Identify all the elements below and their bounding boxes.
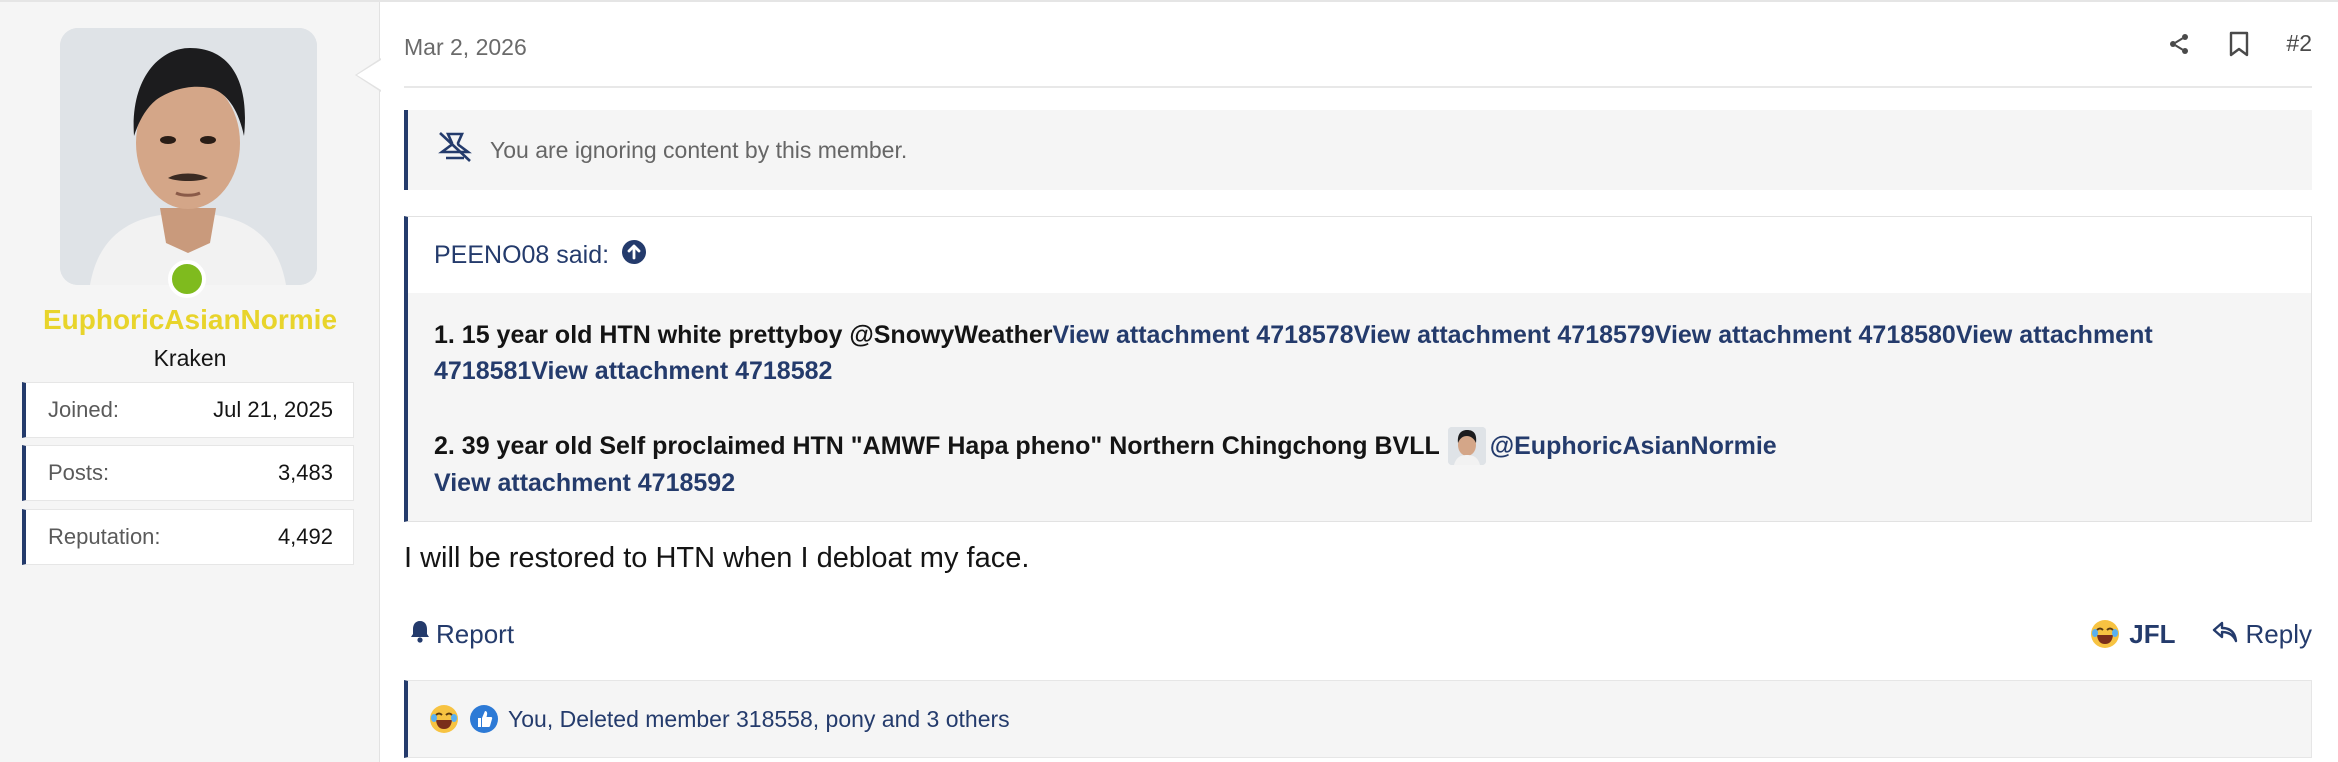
stat-value: 4,492: [277, 524, 333, 549]
quote-author[interactable]: PEENO08 said:: [434, 241, 609, 270]
mention-avatar[interactable]: [1447, 427, 1486, 465]
stat-label: Reputation:: [48, 524, 161, 549]
laughing-emoji-icon: [428, 703, 460, 735]
post-body-text: I will be restored to HTN when I debloat…: [404, 542, 1030, 574]
stat-label: Posts:: [48, 460, 110, 485]
forum-post: EuphoricAsianNormie Kraken Joined: Jul 2…: [0, 0, 2338, 762]
arrow-up-circle-icon[interactable]: [621, 239, 647, 272]
attachment-link[interactable]: View attachment 4718579: [1354, 321, 1655, 349]
speech-arrow: [357, 60, 381, 90]
user-title: Kraken: [153, 345, 227, 371]
stat-reputation: Reputation: 4,492: [22, 509, 354, 565]
reactions-summary[interactable]: You, Deleted member 318558, pony and 3 o…: [508, 706, 1010, 733]
laughing-emoji-icon: [2089, 618, 2121, 650]
online-status-indicator: [168, 260, 206, 298]
attachment-link[interactable]: View attachment 4718582: [531, 357, 832, 385]
quote-line-text: 2. 39 year old Self proclaimed HTN "AMWF…: [434, 432, 1440, 460]
bell-icon: [410, 619, 430, 650]
stat-value: 3,483: [277, 460, 333, 485]
attachment-link[interactable]: View attachment 4718592: [434, 469, 735, 497]
quote-line-text: 1. 15 year old HTN white prettyboy @Snow…: [434, 321, 1053, 349]
avatar-container[interactable]: [60, 28, 317, 298]
reaction-button[interactable]: JFL: [2089, 618, 2176, 650]
post-number-link[interactable]: #2: [2286, 30, 2312, 57]
reply-label: Reply: [2245, 618, 2312, 649]
thumbs-up-icon: [468, 703, 500, 735]
report-label: Report: [436, 618, 515, 649]
post-header-actions: #2: [2166, 30, 2312, 57]
reaction-label: JFL: [2129, 618, 2176, 649]
bookmark-icon[interactable]: [2226, 31, 2252, 57]
ignored-user-icon: [436, 130, 474, 170]
quote-header[interactable]: PEENO08 said:: [408, 217, 2311, 293]
attachment-link[interactable]: View attachment 4718580: [1655, 321, 1956, 349]
post-main: Mar 2, 2026 #2 You are ignoring content …: [404, 2, 2312, 762]
stat-posts: Posts: 3,483: [22, 445, 354, 501]
report-button[interactable]: Report: [404, 619, 514, 650]
reply-icon: [2212, 619, 2238, 650]
post-date[interactable]: Mar 2, 2026: [404, 34, 527, 61]
ignored-notice-text: You are ignoring content by this member.: [490, 136, 908, 163]
user-mention-link[interactable]: @EuphoricAsianNormie: [1490, 428, 1777, 464]
username-link[interactable]: EuphoricAsianNormie: [0, 304, 380, 336]
stat-value: Jul 21, 2025: [213, 397, 333, 422]
stat-joined: Joined: Jul 21, 2025: [22, 382, 354, 438]
reply-button[interactable]: Reply: [2212, 619, 2312, 650]
user-sidebar: EuphoricAsianNormie Kraken Joined: Jul 2…: [0, 2, 381, 762]
quote-line-2: 2. 39 year old Self proclaimed HTN "AMWF…: [434, 427, 2294, 465]
quote-block: PEENO08 said: 1. 15 year old HTN white p…: [404, 216, 2312, 522]
share-icon[interactable]: [2166, 31, 2192, 57]
quote-line-1: 1. 15 year old HTN white prettyboy @Snow…: [434, 317, 2294, 389]
quote-line-3: View attachment 4718592: [434, 465, 2294, 501]
header-divider: [404, 86, 2312, 88]
quote-body: 1. 15 year old HTN white prettyboy @Snow…: [434, 317, 2294, 501]
reactions-bar[interactable]: You, Deleted member 318558, pony and 3 o…: [404, 680, 2312, 758]
ignored-content-notice[interactable]: You are ignoring content by this member.: [404, 110, 2312, 190]
post-actions-bar: Report JFL Reply: [404, 614, 2312, 654]
stat-label: Joined:: [48, 397, 119, 422]
attachment-link[interactable]: View attachment 4718578: [1053, 321, 1354, 349]
avatar[interactable]: [60, 28, 317, 285]
post-actions-right: JFL Reply: [2089, 618, 2312, 650]
